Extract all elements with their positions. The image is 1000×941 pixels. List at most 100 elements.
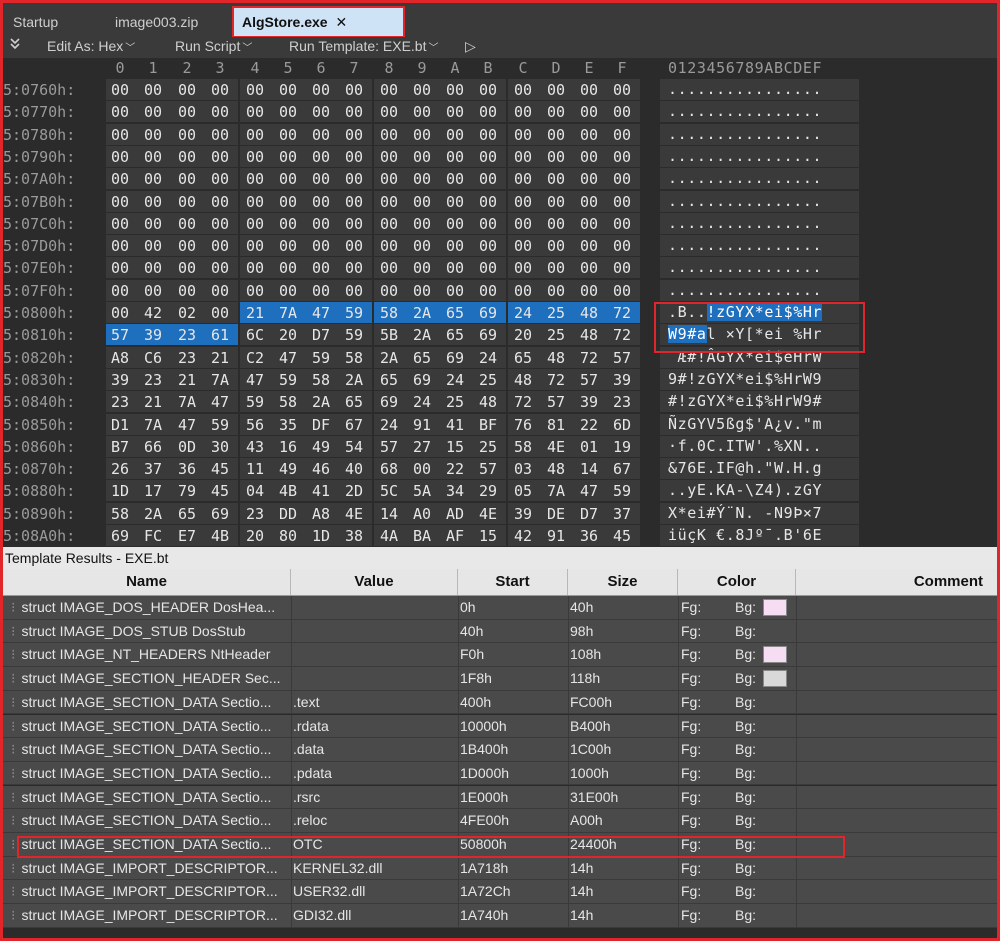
hex-byte[interactable]: 00 — [107, 282, 133, 300]
hex-row[interactable]: 5:0770h: 00 00 00 00 00 00 00 00 00 00 00 00 00 00 00 00… — [3, 101, 997, 123]
hex-byte[interactable]: 00 — [475, 126, 501, 144]
hex-byte[interactable]: 00 — [442, 215, 468, 233]
hex-byte[interactable]: AF — [442, 527, 468, 545]
hex-byte[interactable]: 00 — [609, 103, 635, 121]
hex-byte[interactable]: 00 — [543, 215, 569, 233]
hex-byte[interactable]: 40 — [341, 460, 367, 478]
hex-byte[interactable]: C6 — [140, 349, 166, 367]
table-row[interactable]: ⁝ struct IMAGE_SECTION_DATA Sectio... .tex… — [3, 690, 997, 715]
hex-byte[interactable]: 7A — [207, 371, 233, 389]
col-size[interactable]: Size — [568, 569, 678, 595]
hex-byte[interactable]: 7A — [174, 393, 200, 411]
hex-byte[interactable]: 48 — [543, 349, 569, 367]
hex-byte[interactable]: 00 — [275, 170, 301, 188]
hex-byte[interactable]: 00 — [174, 237, 200, 255]
hex-byte[interactable]: 00 — [207, 81, 233, 99]
hex-byte[interactable]: 00 — [207, 126, 233, 144]
hex-byte[interactable]: 2A — [409, 326, 435, 344]
hex-byte[interactable]: 6C — [242, 326, 268, 344]
hex-byte[interactable]: 48 — [576, 304, 602, 322]
hex-byte[interactable]: 00 — [543, 193, 569, 211]
hex-byte[interactable]: 45 — [609, 527, 635, 545]
hex-byte[interactable]: 59 — [308, 349, 334, 367]
hex-byte[interactable]: 49 — [275, 460, 301, 478]
hex-byte[interactable]: 00 — [576, 237, 602, 255]
hex-byte[interactable]: 00 — [275, 282, 301, 300]
hex-byte[interactable]: 00 — [341, 170, 367, 188]
hex-byte[interactable]: 00 — [140, 103, 166, 121]
hex-byte[interactable]: 00 — [140, 215, 166, 233]
hex-byte[interactable]: 72 — [609, 304, 635, 322]
hex-byte[interactable]: 42 — [140, 304, 166, 322]
hex-byte[interactable]: 00 — [308, 193, 334, 211]
hex-byte[interactable]: 00 — [576, 170, 602, 188]
col-color[interactable]: Color — [678, 569, 796, 595]
hex-byte[interactable]: 00 — [107, 304, 133, 322]
hex-byte[interactable]: 00 — [275, 148, 301, 166]
hex-byte[interactable]: 38 — [341, 527, 367, 545]
hex-byte[interactable]: 00 — [376, 126, 402, 144]
ascii-text[interactable]: ................ — [660, 235, 859, 257]
hex-byte[interactable]: 65 — [174, 505, 200, 523]
hex-byte[interactable]: 00 — [576, 193, 602, 211]
hex-byte[interactable]: 00 — [376, 148, 402, 166]
hex-byte[interactable]: 00 — [475, 282, 501, 300]
hex-byte[interactable]: 17 — [140, 482, 166, 500]
hex-byte[interactable]: 23 — [107, 393, 133, 411]
hex-byte[interactable]: 22 — [442, 460, 468, 478]
hex-byte[interactable]: 00 — [174, 81, 200, 99]
col-start[interactable]: Start — [458, 569, 568, 595]
hex-byte[interactable]: 20 — [510, 326, 536, 344]
hex-byte[interactable]: 00 — [341, 81, 367, 99]
hex-byte[interactable]: 00 — [409, 148, 435, 166]
hex-byte[interactable]: 00 — [609, 282, 635, 300]
hex-byte[interactable]: 00 — [107, 148, 133, 166]
hex-byte[interactable]: AD — [442, 505, 468, 523]
ascii-text[interactable]: ................ — [660, 168, 859, 190]
hex-row[interactable]: 5:0780h: 00 00 00 00 00 00 00 00 00 00 00 00 00 00 00 00… — [3, 123, 997, 146]
col-value[interactable]: Value — [291, 569, 458, 595]
hex-byte[interactable]: 72 — [609, 326, 635, 344]
hex-byte[interactable]: 00 — [409, 215, 435, 233]
hex-byte[interactable]: 7A — [140, 416, 166, 434]
hex-byte[interactable]: 42 — [510, 527, 536, 545]
hex-byte[interactable]: D1 — [107, 416, 133, 434]
color-swatch[interactable] — [763, 670, 787, 688]
hex-byte[interactable]: 00 — [510, 126, 536, 144]
hex-row[interactable]: 5:07C0h: 00 00 00 00 00 00 00 00 00 00 00 00 00 00 00 00… — [3, 212, 997, 235]
hex-byte[interactable]: 00 — [376, 170, 402, 188]
hex-byte[interactable]: 23 — [174, 326, 200, 344]
ascii-text[interactable]: ................ — [660, 212, 859, 234]
hex-byte[interactable]: 00 — [510, 215, 536, 233]
play-icon[interactable]: ▷ — [465, 38, 476, 55]
hex-row[interactable]: 5:0850h: D1 7A 47 59 56 35 DF 67 24 91 41 BF 76 81 22 6D… — [3, 413, 997, 436]
hex-byte[interactable]: 00 — [409, 193, 435, 211]
hex-row[interactable]: 5:07A0h: 00 00 00 00 00 00 00 00 00 00 00 00 00 00 00 00… — [3, 168, 997, 190]
table-row[interactable]: ⁝ struct IMAGE_SECTION_DATA Sectio... .pda… — [3, 761, 997, 786]
hex-byte[interactable]: 6D — [609, 416, 635, 434]
hex-byte[interactable]: 68 — [376, 460, 402, 478]
table-row[interactable]: ⁝ struct IMAGE_IMPORT_DESCRIPTOR... GDI32.… — [3, 904, 997, 928]
hex-byte[interactable]: 00 — [140, 282, 166, 300]
hex-byte[interactable]: 59 — [341, 304, 367, 322]
hex-byte[interactable]: 4E — [543, 438, 569, 456]
table-row[interactable]: ⁝ struct IMAGE_SECTION_DATA Sectio... .rel… — [3, 809, 997, 833]
hex-byte[interactable]: 34 — [442, 482, 468, 500]
hex-byte[interactable]: 39 — [609, 371, 635, 389]
color-swatch[interactable] — [763, 599, 787, 616]
hex-byte[interactable]: 47 — [207, 393, 233, 411]
hex-row[interactable]: 5:07F0h: 00 00 00 00 00 00 00 00 00 00 00 00 00 00 00 00… — [3, 279, 997, 302]
table-row[interactable]: ⁝ struct IMAGE_SECTION_HEADER Sec... 1F8h 1… — [3, 667, 997, 691]
hex-byte[interactable]: 37 — [609, 505, 635, 523]
hex-row[interactable]: 5:0870h: 26 37 36 45 11 49 46 40 68 00 22 57 03 48 14 67… — [3, 458, 997, 480]
hex-byte[interactable]: 57 — [376, 438, 402, 456]
hex-byte[interactable]: 00 — [174, 193, 200, 211]
hex-byte[interactable]: 20 — [275, 326, 301, 344]
hex-byte[interactable]: 00 — [576, 81, 602, 99]
hex-byte[interactable]: 7A — [543, 482, 569, 500]
hex-byte[interactable]: 57 — [576, 371, 602, 389]
hex-byte[interactable]: 00 — [140, 81, 166, 99]
hex-byte[interactable]: 00 — [442, 193, 468, 211]
hex-byte[interactable]: 00 — [409, 460, 435, 478]
hex-byte[interactable]: 00 — [409, 237, 435, 255]
